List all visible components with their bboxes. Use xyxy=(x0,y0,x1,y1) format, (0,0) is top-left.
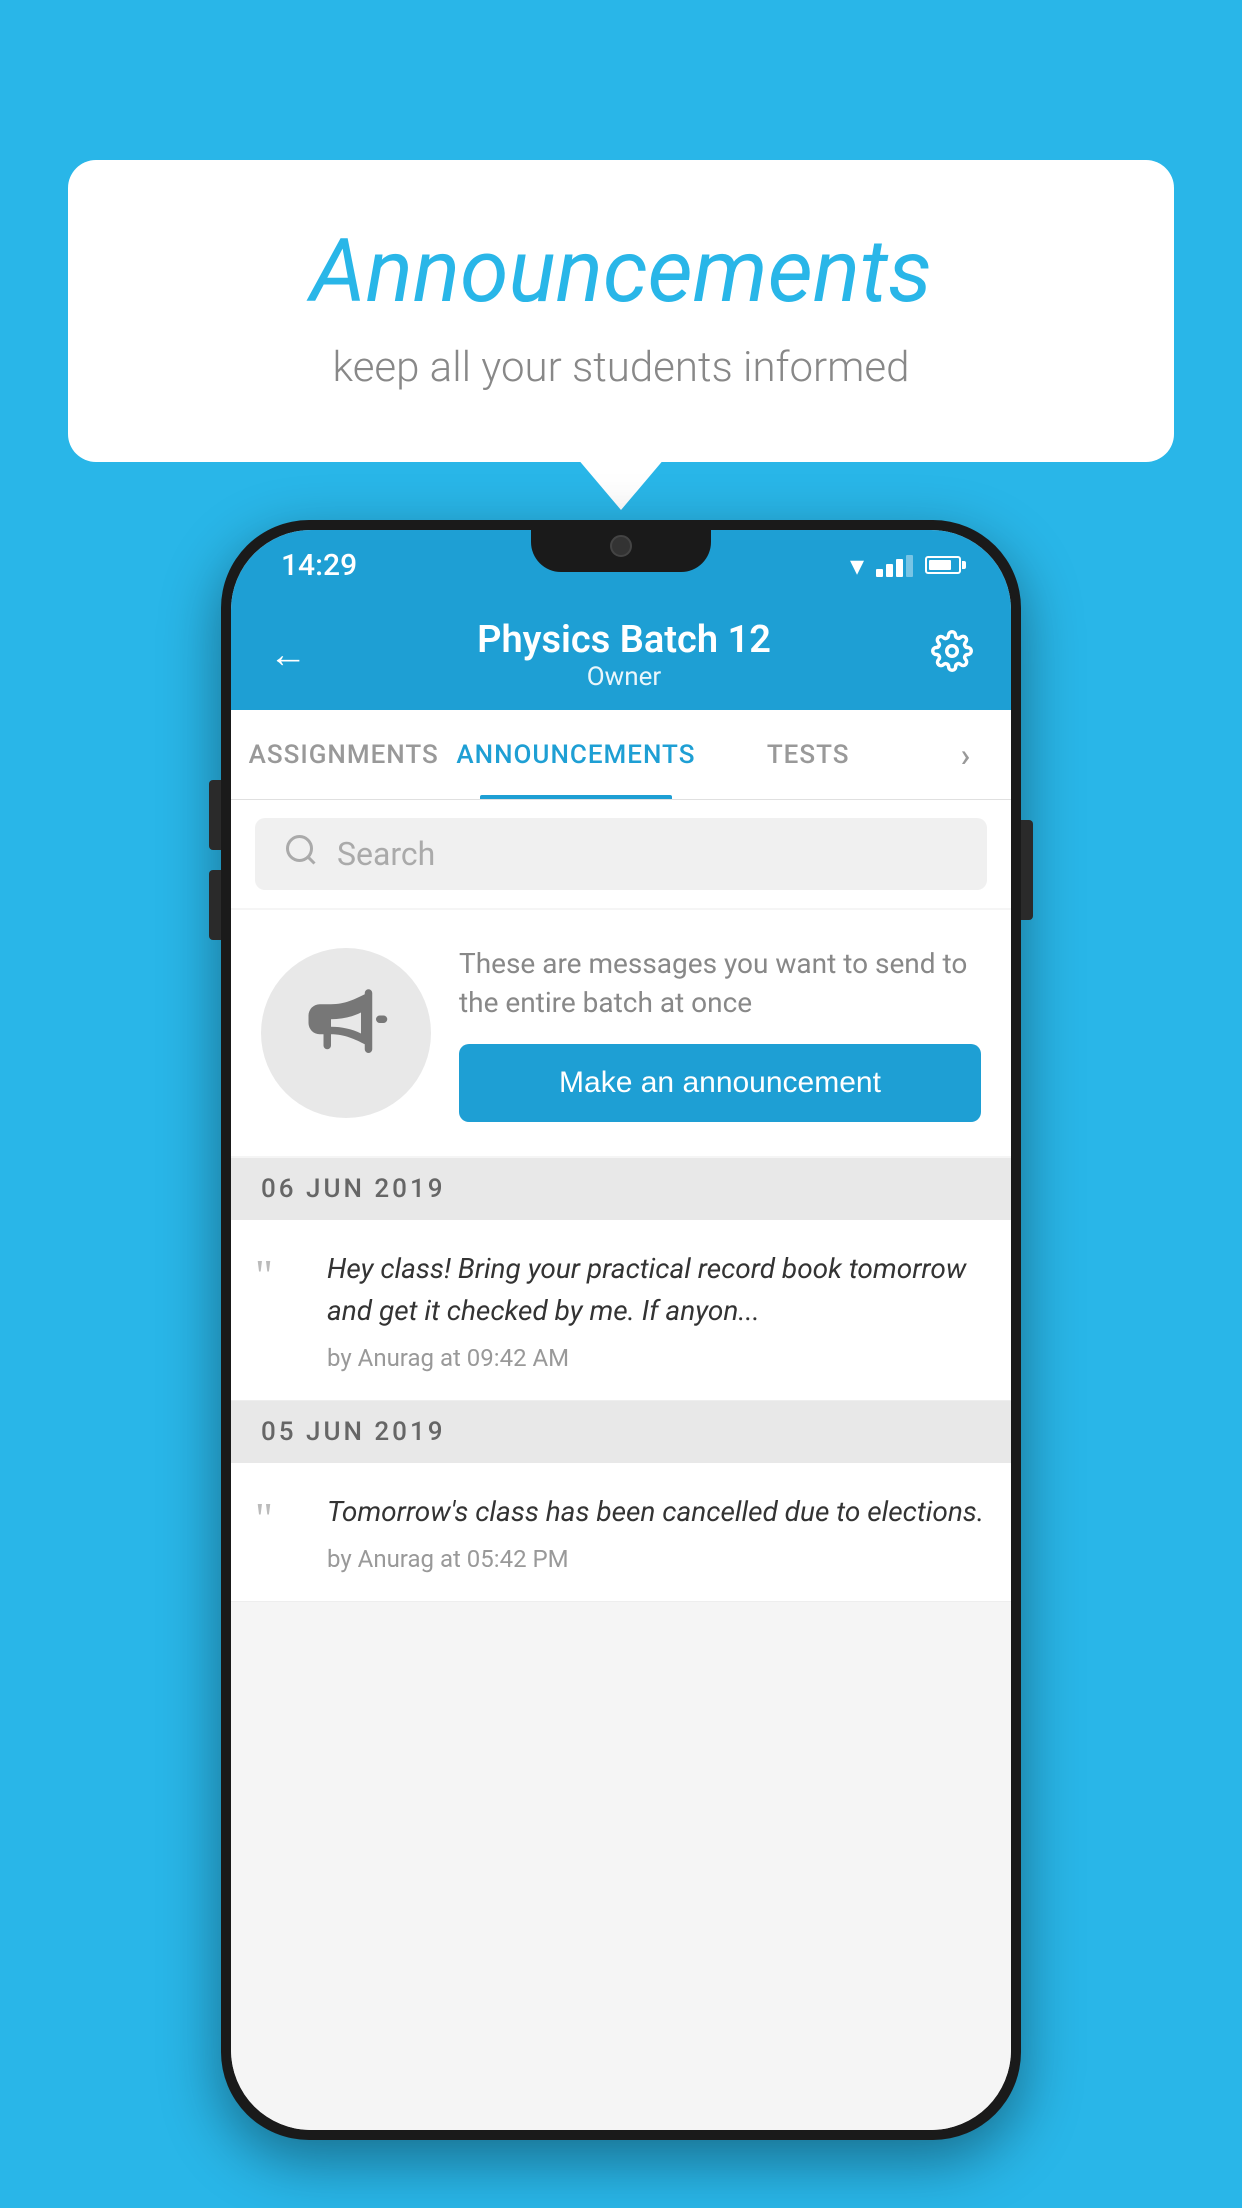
tab-announcements[interactable]: ANNOUNCEMENTS xyxy=(456,710,695,799)
announcement-content-2: Tomorrow's class has been cancelled due … xyxy=(327,1491,987,1573)
announcement-meta-1: by Anurag at 09:42 AM xyxy=(327,1344,987,1372)
tab-tests[interactable]: TESTS xyxy=(695,710,920,799)
speech-bubble: Announcements keep all your students inf… xyxy=(68,160,1174,462)
gear-icon xyxy=(931,630,973,672)
phone-device: 14:29 ▾ ← Phys xyxy=(221,520,1021,2140)
volume-down-button[interactable] xyxy=(209,870,221,940)
search-container: Search xyxy=(231,800,1011,908)
app-bar-title-area: Physics Batch 12 Owner xyxy=(327,618,921,692)
bubble-subtitle: keep all your students informed xyxy=(148,343,1094,392)
tab-assignments[interactable]: ASSIGNMENTS xyxy=(231,710,456,799)
camera-icon xyxy=(610,535,632,557)
phone-notch xyxy=(531,520,711,572)
phone-screen: 14:29 ▾ ← Phys xyxy=(231,530,1011,2130)
quote-icon-2: " xyxy=(255,1491,305,1541)
announcement-meta-2: by Anurag at 05:42 PM xyxy=(327,1545,987,1573)
content-area: Search These are messages you want to se… xyxy=(231,800,1011,2130)
megaphone-svg xyxy=(301,978,391,1068)
search-placeholder: Search xyxy=(337,835,435,873)
cta-right: These are messages you want to send to t… xyxy=(459,944,981,1122)
volume-up-button[interactable] xyxy=(209,780,221,850)
make-announcement-button[interactable]: Make an announcement xyxy=(459,1044,981,1122)
search-icon xyxy=(283,832,319,877)
phone-wrapper: 14:29 ▾ ← Phys xyxy=(68,520,1174,2208)
settings-button[interactable] xyxy=(921,620,983,691)
announcement-text-1: Hey class! Bring your practical record b… xyxy=(327,1248,987,1332)
megaphone-icon xyxy=(301,978,391,1088)
date-separator-1: 06 JUN 2019 xyxy=(231,1158,1011,1220)
back-button[interactable]: ← xyxy=(259,623,317,687)
tab-bar: ASSIGNMENTS ANNOUNCEMENTS TESTS › xyxy=(231,710,1011,800)
announcement-item-2[interactable]: " Tomorrow's class has been cancelled du… xyxy=(231,1463,1011,1602)
announcement-content-1: Hey class! Bring your practical record b… xyxy=(327,1248,987,1372)
cta-description: These are messages you want to send to t… xyxy=(459,944,981,1022)
announcement-text-2: Tomorrow's class has been cancelled due … xyxy=(327,1491,987,1533)
power-button[interactable] xyxy=(1021,820,1033,920)
phone-top-bar xyxy=(221,520,1021,600)
tab-more[interactable]: › xyxy=(921,710,1011,799)
announcement-item-1[interactable]: " Hey class! Bring your practical record… xyxy=(231,1220,1011,1401)
app-bar-subtitle: Owner xyxy=(327,662,921,692)
app-bar: ← Physics Batch 12 Owner xyxy=(231,600,1011,710)
announcement-cta-card: These are messages you want to send to t… xyxy=(231,910,1011,1156)
quote-icon-1: " xyxy=(255,1248,305,1298)
search-bar[interactable]: Search xyxy=(255,818,987,890)
speech-bubble-wrapper: Announcements keep all your students inf… xyxy=(68,160,1174,462)
megaphone-circle xyxy=(261,948,431,1118)
bubble-title: Announcements xyxy=(148,220,1094,323)
date-separator-2: 05 JUN 2019 xyxy=(231,1401,1011,1463)
app-bar-title: Physics Batch 12 xyxy=(327,618,921,662)
